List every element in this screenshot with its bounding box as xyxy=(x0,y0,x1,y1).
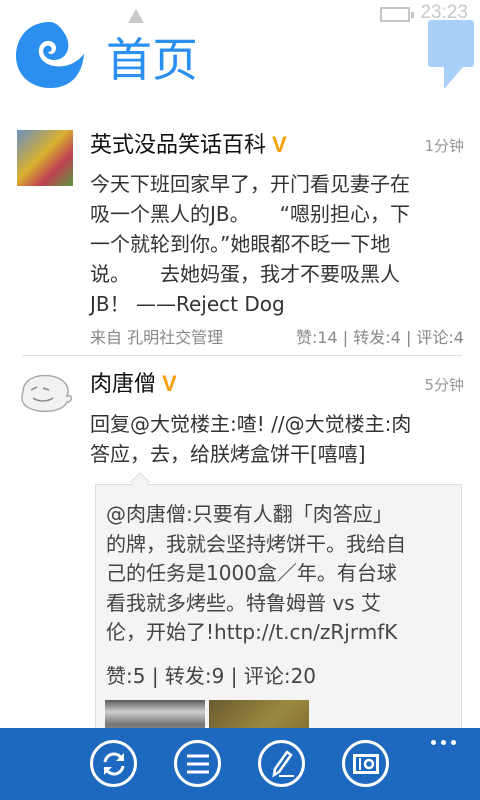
quote-line: 伦，开始了!http://t.cn/zRjrmfK xyxy=(106,620,398,644)
content-line: 今天下班回家早了，开门看见妻子在 xyxy=(90,172,410,196)
avatar[interactable] xyxy=(17,370,73,416)
content-line: 一个就轮到你。”她眼都不眨一下地 xyxy=(90,232,391,256)
quote-line: 看我就多烤些。特鲁姆普 vs 艾 xyxy=(106,590,381,615)
quote-stats: 赞:5 | 转发:9 | 评论:20 xyxy=(106,664,317,688)
messages-bubble-tail xyxy=(444,67,463,89)
quote-line: @肉唐僧:只要有人翻「肉答应」 xyxy=(106,502,393,526)
page-title: 首页 xyxy=(106,33,198,87)
menu-button[interactable] xyxy=(174,740,221,787)
avatar[interactable] xyxy=(17,130,73,186)
scroll-up-indicator-icon xyxy=(128,9,144,23)
post-source: 来自 孔明社交管理 xyxy=(90,328,224,347)
content-line: 回复@大觉楼主:喳! //@大觉楼主:肉 xyxy=(90,412,412,436)
author-name[interactable]: 英式没品笑话百科 xyxy=(90,133,266,158)
post-time: 1分钟 xyxy=(424,137,464,155)
refresh-icon xyxy=(103,752,124,775)
more-options-icon[interactable] xyxy=(441,740,446,745)
app-logo-icon xyxy=(16,22,84,88)
quote-content: @肉唐僧:只要有人翻「肉答应」 的牌，我就会坚持烤饼干。我给自 己的任务是100… xyxy=(106,500,406,648)
refresh-button[interactable] xyxy=(90,740,137,787)
more-options-icon[interactable] xyxy=(431,740,436,745)
compose-button[interactable] xyxy=(258,740,305,787)
post-stats: 赞:14 | 转发:4 | 评论:4 xyxy=(295,328,464,347)
more-options-icon[interactable] xyxy=(451,740,456,745)
menu-icon xyxy=(186,754,209,773)
content-line: JB！ ——Reject Dog xyxy=(90,292,285,316)
app-bar xyxy=(0,728,480,800)
author-name[interactable]: 肉唐僧 xyxy=(90,372,156,397)
post-content[interactable]: 今天下班回家早了，开门看见妻子在 吸一个黑人的JB。 “嗯别担心，下 一个就轮到… xyxy=(90,169,470,319)
quote-line: 己的任务是1000盒／年。有台球 xyxy=(106,561,397,585)
post-time: 5分钟 xyxy=(424,376,464,394)
camera-icon xyxy=(352,753,379,774)
content-line: 答应，去，给朕烤盒饼干[嘻嘻] xyxy=(90,442,366,466)
post-author[interactable]: 肉唐僧 V xyxy=(90,369,177,400)
verified-badge: V xyxy=(272,132,287,157)
verified-badge: V xyxy=(162,371,177,396)
divider xyxy=(22,355,462,356)
post-content[interactable]: 回复@大觉楼主:喳! //@大觉楼主:肉 答应，去，给朕烤盒饼干[嘻嘻] xyxy=(90,409,470,469)
content-line: 说。 去她妈蛋，我才不要吸黑人 xyxy=(90,262,400,286)
camera-button[interactable] xyxy=(342,740,389,787)
compose-icon xyxy=(271,749,294,777)
content-line: 吸一个黑人的JB。 “嗯别担心，下 xyxy=(90,202,410,226)
battery-charging-icon xyxy=(380,7,414,22)
post-author[interactable]: 英式没品笑话百科 V xyxy=(90,130,287,161)
quote-line: 的牌，我就会坚持烤饼干。我给自 xyxy=(106,531,406,556)
messages-bubble-icon[interactable] xyxy=(428,20,474,67)
